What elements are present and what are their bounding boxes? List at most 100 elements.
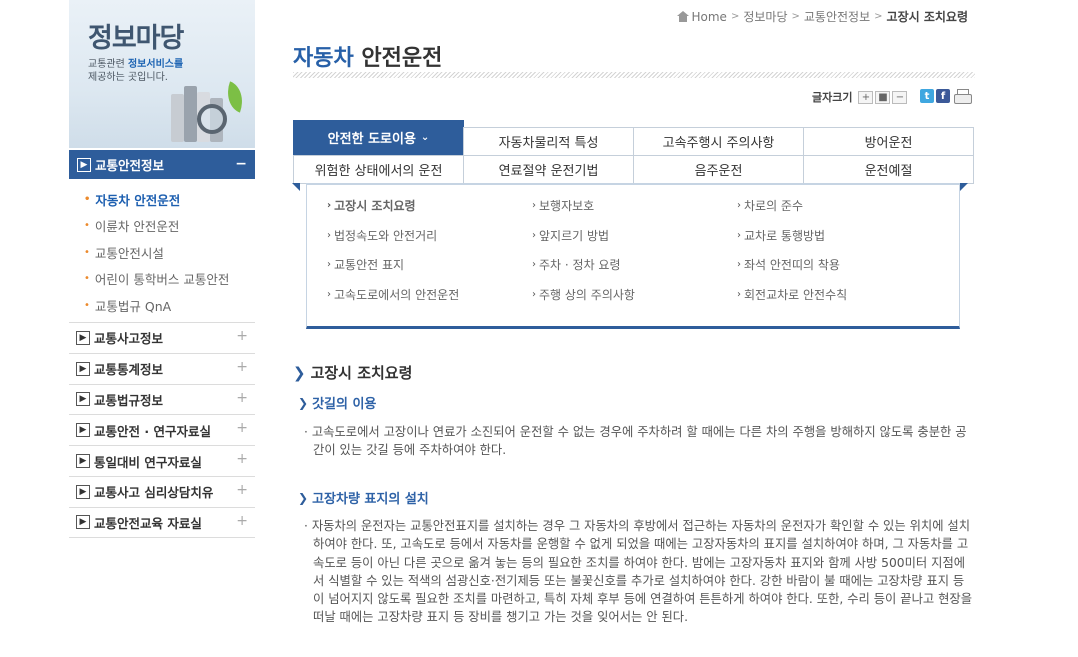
magnifier-icon	[197, 104, 227, 134]
home-icon	[676, 11, 689, 22]
title-divider	[293, 72, 975, 78]
chevron-right-icon: ›	[532, 259, 536, 270]
panel-link[interactable]: › 법정속도와 안전거리	[327, 227, 532, 244]
tab-driving-etiquette[interactable]: 운전예절	[803, 155, 974, 184]
collapse-icon[interactable]: −	[235, 156, 247, 172]
sidebar-menu-item[interactable]: ▶ 통일대비 연구자료실 +	[69, 445, 255, 476]
tab-safe-road-use[interactable]: 안전한 도로이용 ⌄	[293, 120, 464, 155]
chevron-right-icon: ›	[327, 229, 331, 241]
bullet-icon: •	[84, 220, 90, 232]
paragraph: · 자동차의 운전자는 교통안전표지를 설치하는 경우 그 자동차의 후방에서 …	[304, 519, 973, 625]
submenu-item[interactable]: • 교통법규 QnA	[84, 292, 229, 319]
chevron-right-icon: ❯	[293, 363, 306, 382]
arrow-right-icon: ▶	[76, 515, 90, 530]
chevron-right-icon: ›	[327, 200, 332, 211]
sidebar-menu-item[interactable]: ▶ 교통통계정보 +	[69, 352, 255, 384]
font-increase-button[interactable]: +	[858, 90, 874, 104]
panel-link[interactable]: › 차로의 준수	[737, 197, 947, 214]
breadcrumb-current: 고장시 조치요령	[886, 10, 968, 24]
arrow-right-icon: ▶	[76, 423, 90, 438]
chevron-right-icon: ❯	[298, 395, 309, 410]
chevron-right-icon: ›	[327, 259, 331, 270]
tab-vehicle-physics[interactable]: 자동차물리적 특성	[463, 127, 634, 156]
expand-icon[interactable]: +	[236, 420, 248, 436]
tab-fuel-saving[interactable]: 연료절약 운전기법	[463, 155, 634, 184]
sidebar-banner: 정보마당 교통관련 정보서비스를 제공하는 곳입니다.	[69, 0, 255, 148]
expand-icon[interactable]: +	[236, 482, 248, 498]
tab-highway-cautions[interactable]: 고속주행시 주의사항	[633, 127, 804, 156]
chevron-right-icon: ›	[532, 288, 536, 300]
panel-link[interactable]: › 회전교차로 안전수칙	[737, 286, 947, 303]
twitter-icon[interactable]: t	[920, 89, 934, 103]
sidebar-submenu: • 자동차 안전운전 • 이륜차 안전운전 • 교통안전시설 • 어린이 통학버스 교통…	[84, 186, 229, 319]
font-reset-button[interactable]: ■	[875, 90, 891, 104]
submenu-item[interactable]: • 자동차 안전운전	[84, 186, 229, 213]
panel-link[interactable]: › 앞지르기 방법	[532, 227, 737, 244]
arrow-right-icon: ▶	[77, 157, 91, 172]
expand-icon[interactable]: +	[236, 359, 248, 375]
tab-defensive-driving[interactable]: 방어운전	[803, 127, 974, 156]
breadcrumb-separator-icon: >	[791, 11, 800, 22]
tab-dropdown-panel: › 고장시 조치요령 › 보행자보호 › 차로의 준수 › 법정속도와 안전거리 › 앞지…	[306, 183, 960, 329]
sidebar-menu-item[interactable]: ▶ 교통안전 · 연구자료실 +	[69, 414, 255, 445]
expand-icon[interactable]: +	[236, 513, 248, 529]
arrow-right-icon: ▶	[76, 454, 90, 469]
subsection-title: ❯ 갓길의 이용	[298, 395, 377, 413]
sidebar-menu-item[interactable]: ▶ 교통법규정보 +	[69, 383, 255, 415]
bullet-icon: •	[84, 273, 90, 285]
chevron-right-icon: ›	[327, 288, 331, 300]
category-tabs: 안전한 도로이용 ⌄ 자동차물리적 특성 고속주행시 주의사항 방어운전 위험한 …	[293, 120, 974, 184]
subsection-title: ❯ 고장차량 표지의 설치	[298, 490, 429, 508]
font-size-label: 글자크기	[812, 91, 853, 104]
panel-corner	[960, 183, 968, 191]
panel-corner	[292, 183, 300, 191]
arrow-right-icon: ▶	[76, 330, 90, 345]
sidebar-menu-label: 교통안전정보	[95, 158, 165, 173]
panel-link[interactable]: › 주행 상의 주의사항	[532, 286, 737, 303]
sidebar-menu-traffic-safety[interactable]: ▶ 교통안전정보 −	[69, 150, 255, 179]
breadcrumb-home[interactable]: Home	[692, 10, 727, 24]
panel-link[interactable]: › 보행자보호	[532, 197, 737, 214]
sidebar-menu-item[interactable]: ▶ 교통사고 심리상담치유 +	[69, 475, 255, 507]
bullet-icon: •	[84, 299, 90, 311]
chevron-right-icon: ›	[532, 200, 536, 211]
banner-sub-highlight: 정보서비스를	[127, 59, 184, 70]
panel-link[interactable]: › 교차로 통행방법	[737, 227, 947, 244]
arrow-right-icon: ▶	[76, 361, 90, 376]
chevron-right-icon: ›	[737, 229, 741, 241]
breadcrumb-item[interactable]: 정보마당	[743, 8, 787, 25]
breadcrumb-item[interactable]: 교통안전정보	[804, 8, 870, 25]
breadcrumb-separator-icon: >	[730, 11, 740, 22]
arrow-right-icon: ▶	[76, 392, 90, 407]
share-tools: t f	[920, 89, 972, 104]
breadcrumb-separator-icon: >	[874, 11, 883, 22]
submenu-item[interactable]: • 교통안전시설	[84, 239, 229, 266]
section-title: ❯ 고장시 조치요령	[293, 363, 413, 383]
breadcrumb: Home > 정보마당 > 교통안전정보 > 고장시 조치요령	[676, 8, 968, 25]
panel-link[interactable]: › 고장시 조치요령	[327, 197, 532, 214]
chevron-right-icon: ›	[737, 259, 741, 270]
tab-drunk-driving[interactable]: 음주운전	[633, 155, 804, 184]
panel-link[interactable]: › 교통안전 표지	[327, 256, 532, 273]
banner-sub-post: 제공하는 곳입니다.	[88, 72, 168, 83]
sidebar-menu-item[interactable]: ▶ 교통사고정보 +	[69, 322, 255, 353]
page-title: 자동차 안전운전	[293, 46, 443, 71]
banner-title: 정보마당	[88, 23, 184, 54]
paragraph: · 고속도로에서 고장이나 연료가 소진되어 운전할 수 없는 경우에 주차하려…	[304, 425, 967, 458]
submenu-item[interactable]: • 어린이 통학버스 교통안전	[84, 266, 229, 293]
chevron-down-icon: ⌄	[420, 132, 430, 143]
sidebar-menu-item[interactable]: ▶ 교통안전교육 자료실 +	[69, 506, 255, 538]
print-icon[interactable]	[954, 89, 972, 104]
panel-link[interactable]: › 주차 · 정차 요령	[532, 256, 737, 273]
panel-link[interactable]: › 고속도로에서의 안전운전	[327, 286, 532, 303]
banner-sub-pre: 교통관련	[88, 59, 128, 70]
submenu-item[interactable]: • 이륜차 안전운전	[84, 213, 229, 240]
chevron-right-icon: ❯	[298, 490, 309, 505]
panel-link[interactable]: › 좌석 안전띠의 착용	[737, 256, 947, 273]
expand-icon[interactable]: +	[236, 390, 248, 406]
expand-icon[interactable]: +	[236, 328, 248, 344]
facebook-icon[interactable]: f	[936, 89, 950, 103]
expand-icon[interactable]: +	[236, 451, 248, 467]
font-decrease-button[interactable]: −	[892, 90, 908, 104]
tab-dangerous-conditions[interactable]: 위험한 상태에서의 운전	[293, 155, 464, 184]
